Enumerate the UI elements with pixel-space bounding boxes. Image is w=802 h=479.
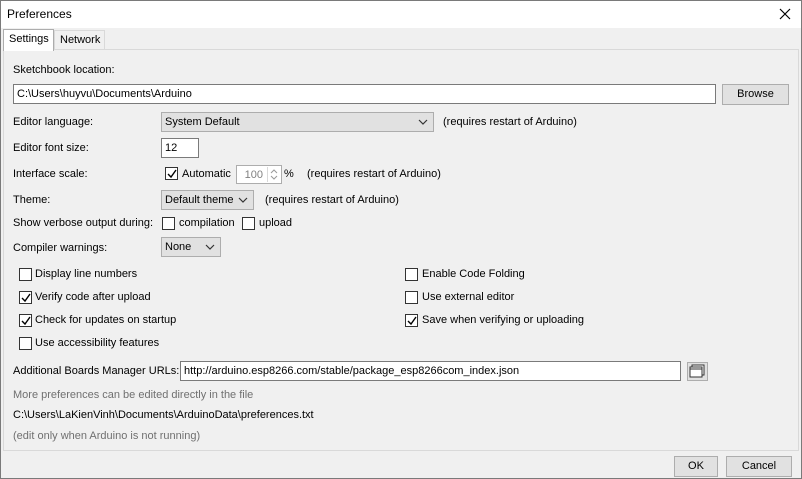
window-list-icon <box>689 364 705 378</box>
interface-scale-note: (requires restart of Arduino) <box>307 168 441 180</box>
window-title: Preferences <box>7 7 72 21</box>
code-folding-checkbox[interactable] <box>405 268 418 281</box>
close-button[interactable] <box>771 1 801 28</box>
chevron-down-icon <box>418 119 428 125</box>
edit-when-not-running-note: (edit only when Arduino is not running) <box>13 430 201 442</box>
editor-language-note: (requires restart of Arduino) <box>443 116 577 128</box>
tab-settings[interactable]: Settings <box>3 29 54 51</box>
save-when-verifying-checkbox[interactable] <box>405 314 418 327</box>
check-updates-label: Check for updates on startup <box>35 314 177 326</box>
boards-urls-edit-button[interactable] <box>687 362 708 381</box>
verbose-compilation-label: compilation <box>179 217 235 229</box>
verbose-compilation-checkbox[interactable] <box>162 217 175 230</box>
cancel-button[interactable]: Cancel <box>726 456 792 477</box>
check-updates-checkbox[interactable] <box>19 314 32 327</box>
interface-scale-spinner[interactable]: 100 <box>236 165 282 184</box>
chevron-down-icon <box>238 197 248 203</box>
spinner-up-down-icon <box>270 169 278 180</box>
tab-network[interactable]: Network <box>54 30 105 50</box>
sketchbook-location-label: Sketchbook location: <box>13 64 115 76</box>
accessibility-checkbox[interactable] <box>19 337 32 350</box>
theme-value: Default theme <box>165 194 234 206</box>
automatic-scale-checkbox[interactable] <box>165 167 178 180</box>
interface-scale-value: 100 <box>244 169 263 181</box>
settings-panel: Sketchbook location: C:\Users\huyvu\Docu… <box>3 49 799 451</box>
accessibility-label: Use accessibility features <box>35 337 160 349</box>
verify-after-upload-checkbox[interactable] <box>19 291 32 304</box>
boards-urls-label: Additional Boards Manager URLs: <box>13 365 180 377</box>
save-when-verifying-label: Save when verifying or uploading <box>422 314 585 326</box>
browse-button[interactable]: Browse <box>722 84 789 105</box>
code-folding-label: Enable Code Folding <box>422 268 525 280</box>
verify-after-upload-label: Verify code after upload <box>35 291 151 303</box>
more-prefs-text: More preferences can be edited directly … <box>13 389 254 401</box>
display-line-numbers-checkbox[interactable] <box>19 268 32 281</box>
theme-label: Theme: <box>13 194 51 206</box>
compiler-warnings-label: Compiler warnings: <box>13 242 108 254</box>
external-editor-label: Use external editor <box>422 291 515 303</box>
external-editor-checkbox[interactable] <box>405 291 418 304</box>
automatic-scale-label: Automatic <box>182 168 231 180</box>
editor-font-size-label: Editor font size: <box>13 142 89 154</box>
theme-select[interactable]: Default theme <box>161 190 254 210</box>
title-bar: Preferences <box>1 1 801 28</box>
verbose-output-label: Show verbose output during: <box>13 217 154 229</box>
editor-font-size-input[interactable]: 12 <box>161 138 199 158</box>
chevron-down-icon <box>205 244 215 250</box>
verbose-upload-checkbox[interactable] <box>242 217 255 230</box>
checkmark-icon <box>167 169 177 179</box>
preferences-window: Preferences Settings Network Sketchbook … <box>0 0 802 479</box>
checkmark-icon <box>21 316 31 326</box>
boards-urls-input[interactable]: http://arduino.esp8266.com/stable/packag… <box>180 361 681 381</box>
close-icon <box>779 8 791 20</box>
checkmark-icon <box>21 293 31 303</box>
checkmark-icon <box>407 316 417 326</box>
ok-button[interactable]: OK <box>674 456 718 477</box>
interface-scale-unit: % <box>284 168 294 180</box>
editor-language-select[interactable]: System Default <box>161 112 434 132</box>
spinner-arrows[interactable] <box>267 167 280 182</box>
compiler-warnings-value: None <box>165 241 192 253</box>
interface-scale-label: Interface scale: <box>13 168 88 180</box>
sketchbook-location-input[interactable]: C:\Users\huyvu\Documents\Arduino <box>13 84 716 104</box>
display-line-numbers-label: Display line numbers <box>35 268 138 280</box>
editor-language-label: Editor language: <box>13 116 94 128</box>
theme-note: (requires restart of Arduino) <box>265 194 399 206</box>
verbose-upload-label: upload <box>259 217 293 229</box>
editor-language-value: System Default <box>165 116 240 128</box>
compiler-warnings-select[interactable]: None <box>161 237 221 257</box>
preferences-file-path: C:\Users\LaKienVinh\Documents\ArduinoDat… <box>13 409 314 421</box>
